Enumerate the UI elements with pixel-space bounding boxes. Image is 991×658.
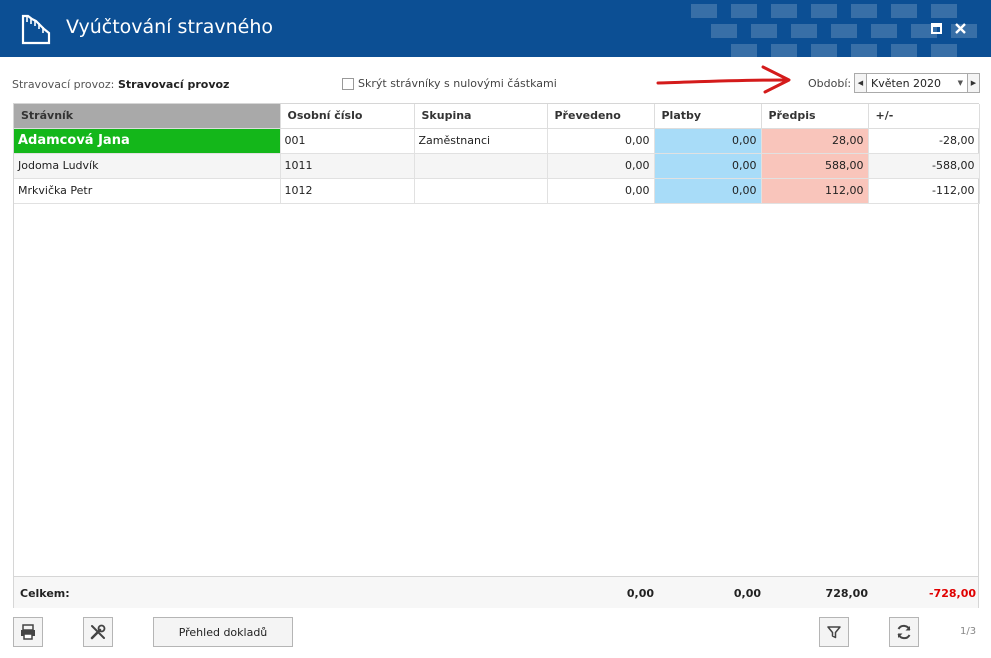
table-row[interactable]: Adamcová Jana 001 Zaměstnanci 0,00 0,00 … — [14, 128, 980, 154]
cell-osobni-cislo[interactable]: 1012 — [280, 178, 415, 204]
provoz-value[interactable]: Stravovací provoz — [118, 78, 229, 91]
period-label: Období: — [808, 77, 852, 90]
col-header-predpis[interactable]: Předpis — [761, 104, 869, 129]
col-header-skupina[interactable]: Skupina — [414, 104, 548, 129]
cell-stravnik[interactable]: Jodoma Ludvík — [14, 153, 281, 179]
hide-zero-toggle[interactable]: Skrýt strávníky s nulovými částkami — [342, 77, 557, 90]
cell-skupina[interactable] — [414, 178, 548, 204]
refresh-button[interactable] — [889, 617, 919, 647]
col-header-osobni-cislo[interactable]: Osobní číslo — [280, 104, 415, 129]
total-predpis: 728,00 — [825, 587, 868, 600]
cell-skupina[interactable]: Zaměstnanci — [414, 128, 548, 154]
chevron-down-icon: ▼ — [957, 79, 963, 87]
filter-icon — [827, 626, 841, 639]
totals-label: Celkem: — [20, 587, 70, 600]
cell-rozdil[interactable]: -28,00 — [868, 128, 980, 154]
print-icon — [21, 624, 35, 640]
cell-prevedeno[interactable]: 0,00 — [547, 153, 655, 179]
cell-predpis[interactable]: 588,00 — [761, 153, 869, 179]
cell-prevedeno[interactable]: 0,00 — [547, 178, 655, 204]
total-rozdil: -728,00 — [928, 587, 976, 600]
total-prevedeno: 0,00 — [626, 587, 654, 600]
col-header-rozdil[interactable]: +/- — [868, 104, 980, 129]
cell-predpis[interactable]: 112,00 — [761, 178, 869, 204]
cell-prevedeno[interactable]: 0,00 — [547, 128, 655, 154]
hide-zero-label: Skrýt strávníky s nulovými částkami — [358, 77, 557, 90]
cell-platby[interactable]: 0,00 — [654, 178, 762, 204]
cell-predpis[interactable]: 28,00 — [761, 128, 869, 154]
col-header-platby[interactable]: Platby — [654, 104, 762, 129]
totals-row: Celkem: 0,00 0,00 728,00 -728,00 — [14, 576, 978, 608]
maximize-button[interactable] — [928, 20, 944, 36]
settlement-grid: Strávník Osobní číslo Skupina Převedeno … — [13, 103, 980, 608]
page-indicator: 1/3 — [960, 626, 977, 637]
receipt-icon — [21, 14, 51, 45]
maximize-icon — [930, 22, 942, 34]
refresh-icon — [897, 624, 911, 640]
filter-button[interactable] — [819, 617, 849, 647]
hide-zero-checkbox[interactable] — [342, 77, 354, 90]
provoz-label: Stravovací provoz: — [12, 78, 115, 91]
period-next-button[interactable]: ▶ — [967, 73, 980, 93]
period-selector: ◀ Květen 2020 ▼ ▶ — [854, 73, 980, 93]
col-header-prevedeno[interactable]: Převedeno — [547, 104, 655, 129]
cell-rozdil[interactable]: -112,00 — [868, 178, 980, 204]
title-bar: Vyúčtování stravného — [0, 0, 991, 57]
cell-stravnik[interactable]: Adamcová Jana — [14, 128, 281, 154]
cell-skupina[interactable] — [414, 153, 548, 179]
tools-icon — [90, 624, 106, 640]
period-dropdown[interactable]: Květen 2020 ▼ — [867, 73, 967, 93]
annotation-arrow — [656, 65, 791, 94]
window-title: Vyúčtování stravného — [66, 16, 273, 38]
cell-stravnik[interactable]: Mrkvička Petr — [14, 178, 281, 204]
cell-rozdil[interactable]: -588,00 — [868, 153, 980, 179]
close-button[interactable] — [952, 20, 968, 36]
close-icon — [954, 22, 966, 34]
col-header-stravnik[interactable]: Strávník — [14, 104, 281, 129]
period-prev-button[interactable]: ◀ — [854, 73, 867, 93]
tools-button[interactable] — [83, 617, 113, 647]
chevron-right-icon: ▶ — [970, 79, 977, 87]
total-platby: 0,00 — [733, 587, 761, 600]
period-value: Květen 2020 — [871, 76, 942, 90]
print-button[interactable] — [13, 617, 43, 647]
table-header: Strávník Osobní číslo Skupina Převedeno … — [14, 104, 980, 129]
settlement-table: Strávník Osobní číslo Skupina Převedeno … — [14, 104, 980, 204]
cell-platby[interactable]: 0,00 — [654, 128, 762, 154]
table-row[interactable]: Jodoma Ludvík 1011 0,00 0,00 588,00 -588… — [14, 153, 980, 179]
document-overview-button[interactable]: Přehled dokladů — [153, 617, 293, 647]
cell-platby[interactable]: 0,00 — [654, 153, 762, 179]
cell-osobni-cislo[interactable]: 001 — [280, 128, 415, 154]
table-row[interactable]: Mrkvička Petr 1012 0,00 0,00 112,00 -112… — [14, 178, 980, 204]
chevron-left-icon: ◀ — [857, 79, 864, 87]
cell-osobni-cislo[interactable]: 1011 — [280, 153, 415, 179]
